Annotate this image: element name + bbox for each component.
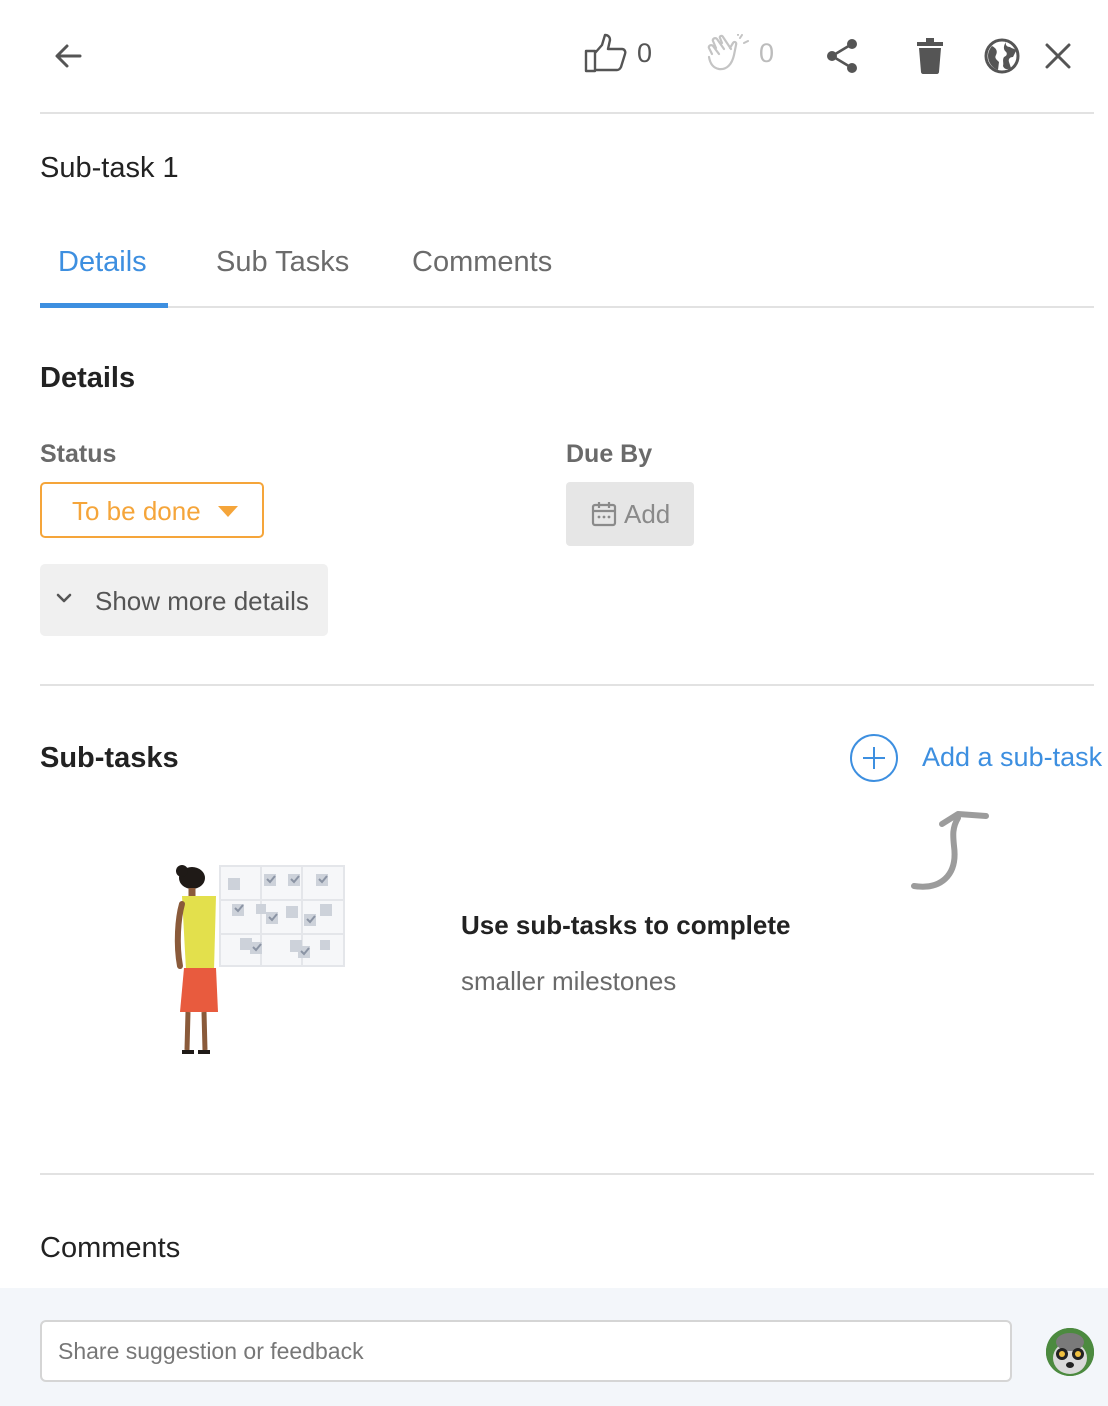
curved-arrow-icon — [908, 806, 992, 894]
due-date-add-button[interactable]: Add — [566, 482, 694, 546]
add-subtask-label: Add a sub-task — [922, 742, 1103, 772]
details-heading: Details — [40, 362, 136, 394]
comment-input[interactable] — [40, 1320, 1012, 1382]
globe-icon[interactable] — [984, 38, 1020, 74]
calendar-icon — [591, 501, 617, 527]
status-value: To be done — [72, 496, 201, 526]
share-icon[interactable] — [825, 38, 859, 74]
show-more-label: Show more details — [95, 586, 309, 616]
empty-state-subtitle: smaller milestones — [461, 966, 677, 996]
chevron-down-icon — [55, 591, 73, 605]
top-divider — [40, 112, 1094, 114]
comment-composer — [0, 1288, 1108, 1406]
details-divider — [40, 684, 1094, 686]
trash-icon[interactable] — [917, 38, 943, 74]
show-more-details-button[interactable]: Show more details — [40, 564, 328, 636]
due-add-label: Add — [624, 499, 671, 529]
clap-count: 0 — [759, 38, 775, 68]
due-by-label: Due By — [566, 440, 653, 468]
comments-heading: Comments — [40, 1232, 181, 1264]
close-icon[interactable] — [1045, 43, 1071, 69]
add-subtask-button[interactable]: Add a sub-task — [850, 734, 1102, 784]
tab-comments[interactable]: Comments — [412, 246, 552, 279]
subtasks-heading: Sub-tasks — [40, 742, 179, 774]
tab-details[interactable]: Details — [58, 246, 147, 279]
top-toolbar: 0 0 — [0, 0, 1108, 112]
like-count: 0 — [637, 38, 653, 68]
status-dropdown[interactable]: To be done — [40, 482, 264, 538]
avatar[interactable] — [1046, 1328, 1094, 1376]
back-arrow-icon[interactable] — [52, 40, 84, 72]
plus-circle-icon — [850, 734, 898, 782]
empty-state-title: Use sub-tasks to complete — [461, 910, 791, 940]
tab-bar: Details Sub Tasks Comments — [40, 230, 1094, 308]
clap-icon[interactable] — [704, 34, 750, 78]
thumbs-up-icon[interactable] — [584, 33, 628, 73]
task-title: Sub-task 1 — [40, 152, 179, 184]
subtasks-divider — [40, 1173, 1094, 1175]
empty-state-illustration — [170, 864, 350, 1065]
active-tab-indicator — [40, 303, 168, 308]
status-label: Status — [40, 440, 117, 468]
caret-down-icon — [218, 506, 238, 517]
tab-sub-tasks[interactable]: Sub Tasks — [216, 246, 349, 279]
